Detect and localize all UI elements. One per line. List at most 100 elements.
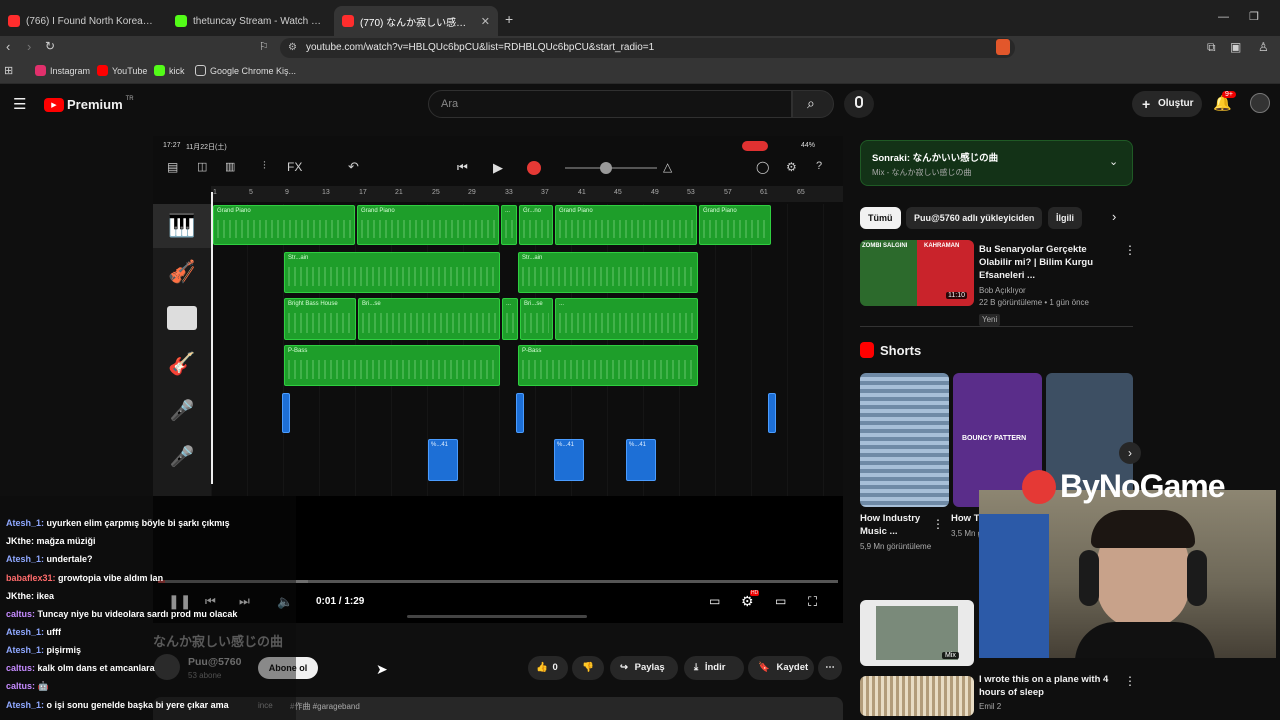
short-info[interactable]: How T Make 3,5 Mn görüntüleme — [951, 512, 979, 540]
close-tab-icon[interactable]: ✕ — [481, 15, 490, 28]
video-thumbnail[interactable]: Mix — [860, 600, 974, 666]
video-info[interactable]: I wrote this on a plane with 4 hours of … — [979, 673, 1119, 713]
more-vertical-icon[interactable]: ⋮ — [932, 517, 944, 531]
notifications-button[interactable]: 🔔 9+ — [1213, 91, 1236, 113]
youtube-header: ☰ ▶ Premium TR Ara ⌕ + Oluştur 🔔 9+ — [0, 84, 1280, 124]
video-meta: 22 B görüntüleme • 1 gün önce — [979, 298, 1089, 307]
new-tab-button[interactable]: + — [505, 11, 513, 27]
ruler-tick: 33 — [505, 189, 513, 196]
audio-region: %...41 — [626, 439, 656, 481]
thumbnail-left-panel — [860, 240, 917, 306]
like-button[interactable]: 👍 0 — [528, 656, 568, 680]
mix-badge: Mix — [942, 652, 959, 659]
back-icon[interactable]: ‹ — [6, 39, 10, 54]
settings-icon: ⚙ — [786, 160, 797, 174]
chevron-down-icon[interactable]: ⌄ — [1109, 155, 1118, 168]
more-horizontal-icon: ⋯ — [825, 662, 835, 673]
theater-mode-icon[interactable]: ▭ — [775, 594, 786, 608]
browser-tab-active[interactable]: (770) なんか寂しい感じの曲 - Yo ✕ — [334, 6, 498, 36]
ruler-tick: 13 — [322, 189, 330, 196]
view-toggle-icon: ◫ — [197, 161, 208, 173]
bookmark-folder[interactable]: Google Chrome Kiş... — [195, 65, 296, 76]
fx-label: FX — [287, 160, 303, 174]
headphone-right — [1187, 550, 1207, 606]
video-thumbnail[interactable]: ZOMBI SALGINI KAHRAMAN 11:10 — [860, 240, 974, 306]
keyboard-icon: ▥ — [225, 161, 236, 173]
fullscreen-icon[interactable]: ⛶ — [808, 594, 817, 610]
create-button[interactable]: + Oluştur — [1132, 91, 1202, 117]
url-field[interactable]: ⚙ youtube.com/watch?v=HBLQUc6bpCU&list=R… — [280, 38, 1015, 58]
voice-search-button[interactable] — [844, 90, 874, 118]
chip-related[interactable]: İlgili — [1048, 207, 1082, 229]
settings-button[interactable]: ⚙ HD — [741, 590, 760, 611]
youtube-logo[interactable]: ▶ Premium TR — [44, 96, 134, 112]
bookmark-youtube[interactable]: YouTube — [97, 65, 147, 76]
short-views: 5,9 Mn görüntüleme — [860, 542, 932, 551]
chip-all[interactable]: Tümü — [860, 207, 901, 229]
address-bar: ‹ › ↻ ⚐ ⚙ youtube.com/watch?v=HBLQUc6bpC… — [0, 36, 1280, 60]
scroll-indicator — [407, 615, 587, 618]
avatar[interactable] — [1250, 93, 1270, 113]
ruler-tick: 53 — [687, 189, 695, 196]
chevron-right-icon[interactable]: › — [1112, 209, 1116, 224]
share-icon: ↪ — [620, 662, 628, 673]
chat-user: Atesh_1: — [6, 645, 45, 655]
browser-tabbar: (766) I Found North Korean Spies on thet… — [0, 0, 1280, 36]
share-button[interactable]: ↪ Paylaş — [610, 656, 678, 680]
shorts-next-button[interactable]: › — [1119, 442, 1141, 464]
download-button[interactable]: ⤓ İndir — [684, 656, 744, 680]
chat-message: caltus: 🤖 — [6, 681, 49, 692]
more-vertical-icon[interactable]: ⋮ — [1124, 243, 1136, 257]
bookmark-kick[interactable]: kick — [154, 65, 185, 76]
bookmarks-bar: ⊞ Instagram YouTube kick Google Chrome K… — [0, 60, 1280, 84]
forward-icon[interactable]: › — [27, 39, 31, 54]
more-actions-button[interactable]: ⋯ — [818, 656, 842, 680]
short-info[interactable]: How Industry Music ... 5,9 Mn görüntülem… — [860, 512, 932, 553]
dislike-button[interactable]: 👎 — [572, 656, 604, 680]
time-display: 0:01 / 1:29 — [316, 596, 365, 607]
kick-icon — [154, 65, 165, 76]
minimize-icon[interactable]: — — [1218, 11, 1229, 23]
chip-uploader[interactable]: Puu@5760 adlı yükleyiciden — [906, 207, 1043, 229]
search-button[interactable]: ⌕ — [792, 90, 834, 118]
search-input[interactable]: Ara — [428, 90, 792, 118]
plus-icon: + — [1142, 96, 1151, 112]
subtitles-icon[interactable]: ▭ — [709, 594, 720, 608]
midi-region: P-Bass — [284, 345, 500, 386]
extensions-icon[interactable]: ⧉ — [1207, 40, 1216, 55]
apps-grid-icon[interactable]: ⊞ — [4, 64, 13, 77]
streamer-shirt — [1075, 622, 1215, 658]
grand-piano-track-icon: 🎹 — [153, 204, 211, 248]
reload-icon[interactable]: ↻ — [45, 39, 55, 53]
chat-text: uyurken elim çarpmış böyle bi şarkı çıkm… — [46, 518, 230, 528]
brave-shield-icon[interactable] — [996, 39, 1010, 55]
chat-user: caltus: — [6, 609, 36, 619]
sidebar-icon[interactable]: ▣ — [1230, 40, 1241, 54]
maximize-icon[interactable]: ❐ — [1249, 10, 1259, 23]
up-next-card[interactable]: Sonraki: なんかいい感じの曲 Mix - なんか寂しい感じの曲 ⌄ — [860, 140, 1133, 186]
bookmark-label: kick — [169, 65, 185, 76]
battery-level: 44% — [801, 142, 816, 149]
save-button[interactable]: 🔖 Kaydet — [748, 656, 814, 680]
midi-region: Str...ain — [284, 252, 500, 293]
site-info-icon[interactable]: ⚙ — [288, 38, 297, 58]
audio-region — [768, 393, 776, 433]
save-label: Kaydet — [776, 662, 809, 673]
record-icon — [527, 161, 541, 175]
hamburger-menu-icon[interactable]: ☰ — [13, 95, 26, 113]
browser-tab[interactable]: (766) I Found North Korean Spies on — [0, 6, 165, 36]
chat-user: Atesh_1: — [6, 700, 45, 710]
midi-region: Str...ain — [518, 252, 698, 293]
short-thumbnail[interactable] — [860, 373, 949, 507]
thumbnail-text: KAHRAMAN — [924, 243, 960, 249]
bookmark-icon[interactable]: ⚐ — [259, 40, 269, 53]
browser-tab[interactable]: thetuncay Stream - Watch Live on Ki — [167, 6, 332, 36]
video-info[interactable]: Bu Senaryolar Gerçekte Olabilir mi? | Bi… — [979, 243, 1119, 327]
mouse-cursor-icon: ➤ — [376, 661, 388, 677]
profile-icon[interactable]: ♙ — [1258, 40, 1269, 54]
notification-badge: 9+ — [1222, 91, 1236, 98]
video-thumbnail[interactable] — [860, 676, 974, 716]
more-vertical-icon[interactable]: ⋮ — [1124, 674, 1136, 688]
bookmark-instagram[interactable]: Instagram — [35, 65, 90, 76]
hashtags[interactable]: #作曲 #garageband — [290, 701, 360, 712]
